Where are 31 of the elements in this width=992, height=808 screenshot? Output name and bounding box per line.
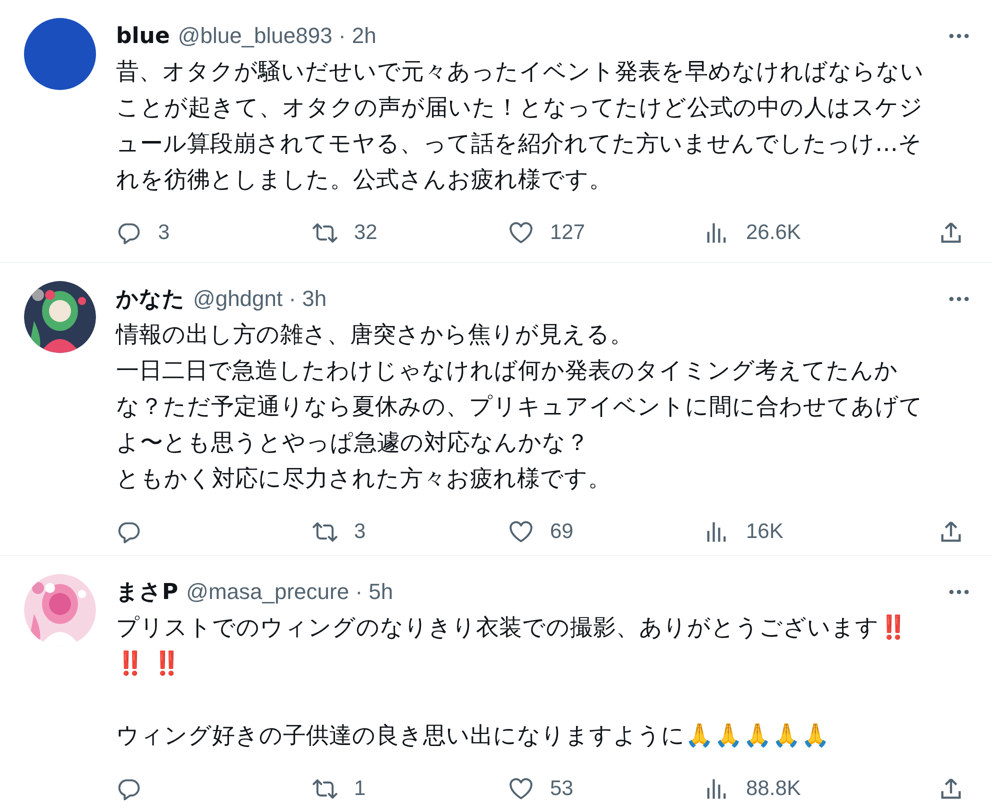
tweet-text-line: よ〜とも思うとやっぱ急遽の対応なんかな？ [116,429,589,458]
action-count: 32 [354,221,378,245]
heart-icon[interactable] [508,776,534,802]
user-name[interactable]: まさP [116,577,178,607]
user-handle[interactable]: @ghdgnt · 3h [193,286,327,312]
user-handle[interactable]: @blue_blue893 · 2h [178,23,376,49]
tweet-text-line: ことが起きて、オタクの声が届いた！となってたけど公式の中の人はスケジ [116,94,923,123]
action-count: 3 [354,520,366,544]
action-count: 127 [550,221,586,245]
action-count: 1 [354,777,366,801]
tweet-text-line: ュール算段崩されてモヤる、って話を紹介れてた方いませんでしたっけ…そ [116,130,922,159]
tweet-text-line: ‼ ‼ [116,650,182,679]
user-name[interactable]: blue [116,24,170,48]
tweet-text-line: 一日二日で急造したわけじゃなければ何か発表のタイミング考えてたんか [116,357,898,386]
action-count: 69 [550,520,574,544]
heart-icon[interactable] [508,519,534,545]
tweet-text-line: な？ただ予定通りなら夏休みの、プリキュアイベントに間に合わせてあげて [116,393,923,422]
action-count: 88.8K [746,777,801,801]
user-name[interactable]: かなた [116,284,185,314]
action-count: 16K [746,520,784,544]
user-handle[interactable]: @masa_precure · 5h [186,579,394,605]
tweet-text-line: れを彷彿としました。公式さんお疲れ様です。 [116,166,612,195]
heart-icon[interactable] [508,220,534,246]
action-count: 53 [550,777,574,801]
tweet-text-line: 昔、オタクが騒いだせいで元々あったイベント発表を早めなければならない [116,58,924,87]
action-count: 3 [158,221,170,245]
tweet-text-line: 情報の出し方の雑さ、唐突さから焦りが見える。 [116,321,633,350]
tweet-text-line: ともかく対応に尽力された方々お疲れ様です。 [116,465,611,494]
action-count: 26.6K [746,221,801,245]
tweet-text-line: ウィング好きの子供達の良き思い出になりますように🙏🙏🙏🙏🙏 [116,722,830,751]
tweet-text-line: プリストでのウィングのなりきり衣装での撮影、ありがとうございます‼ [116,614,908,643]
